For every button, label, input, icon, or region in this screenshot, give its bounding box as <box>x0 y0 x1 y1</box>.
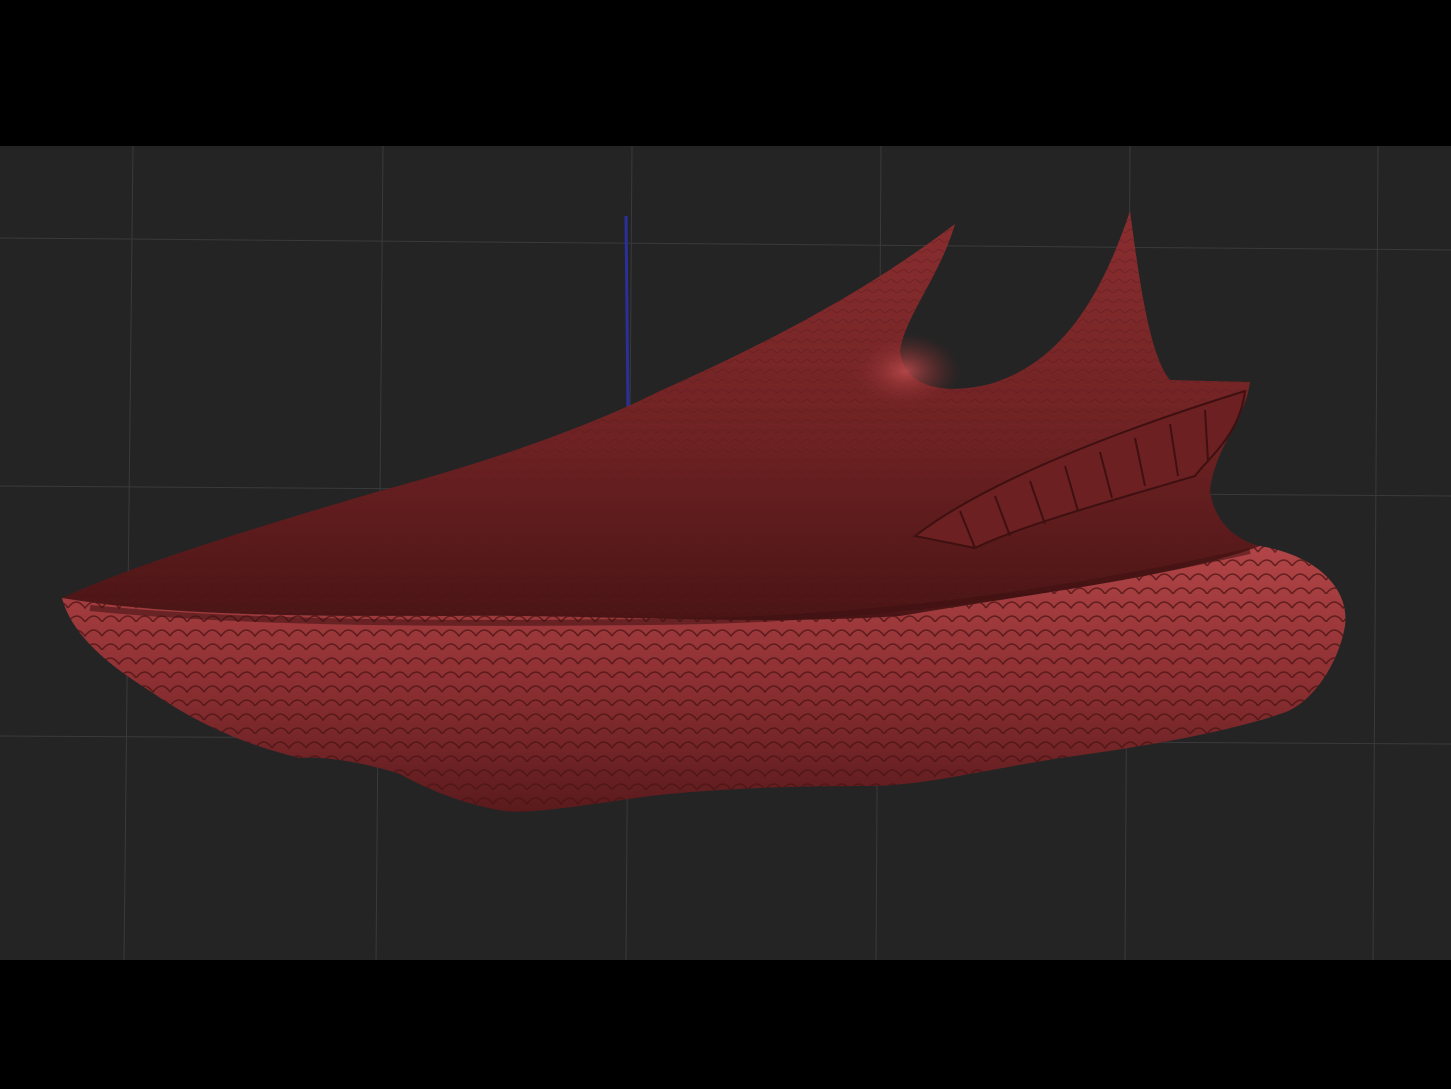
letterbox-bottom <box>0 960 1451 1089</box>
z-axis-line <box>624 215 630 412</box>
3d-viewport[interactable] <box>0 146 1451 960</box>
sneaker-sculpt-model[interactable] <box>62 211 1346 812</box>
collar-highlight <box>850 333 960 409</box>
letterbox-top <box>0 0 1451 146</box>
sneaker-upper-texture <box>62 211 1260 621</box>
viewport-canvas[interactable] <box>0 146 1451 960</box>
